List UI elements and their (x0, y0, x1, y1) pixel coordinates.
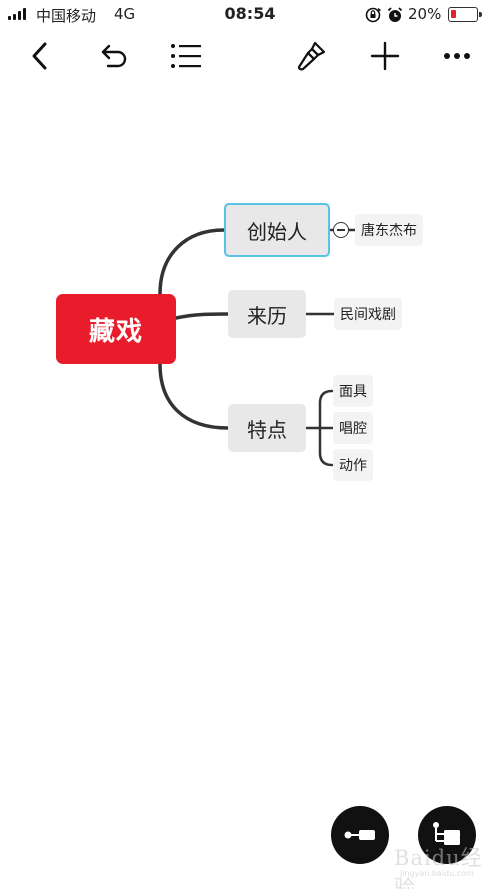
subtopic-origin[interactable]: 民间戏剧 (334, 298, 402, 330)
connector-features-children (304, 389, 335, 467)
collapse-icon[interactable] (333, 222, 349, 238)
insert-node-button[interactable] (331, 806, 389, 864)
subtopic-mask[interactable]: 面具 (333, 375, 373, 407)
subtopic-founder-name[interactable]: 唐东杰布 (355, 214, 423, 246)
connector-central-features (158, 362, 230, 430)
watermark-text: Baidu经验 (394, 846, 483, 889)
watermark: Baidu经验 jingyan.baidu.com (386, 842, 496, 889)
branch-features[interactable]: 特点 (228, 404, 306, 452)
central-topic[interactable]: 藏戏 (56, 294, 176, 364)
mindmap-canvas[interactable]: 藏戏 创始人 唐东杰布 来历 民间戏剧 特点 面具 唱腔 动作 (0, 0, 500, 889)
branch-founder[interactable]: 创始人 (224, 203, 330, 257)
subtopic-movement[interactable]: 动作 (333, 449, 373, 481)
connector-central-origin (174, 312, 230, 320)
node-insert-icon (344, 830, 375, 840)
subtopic-singing[interactable]: 唱腔 (333, 412, 373, 444)
branch-origin[interactable]: 来历 (228, 290, 306, 338)
watermark-url: jingyan.baidu.com (400, 869, 474, 878)
connector-central-founder (158, 228, 226, 296)
